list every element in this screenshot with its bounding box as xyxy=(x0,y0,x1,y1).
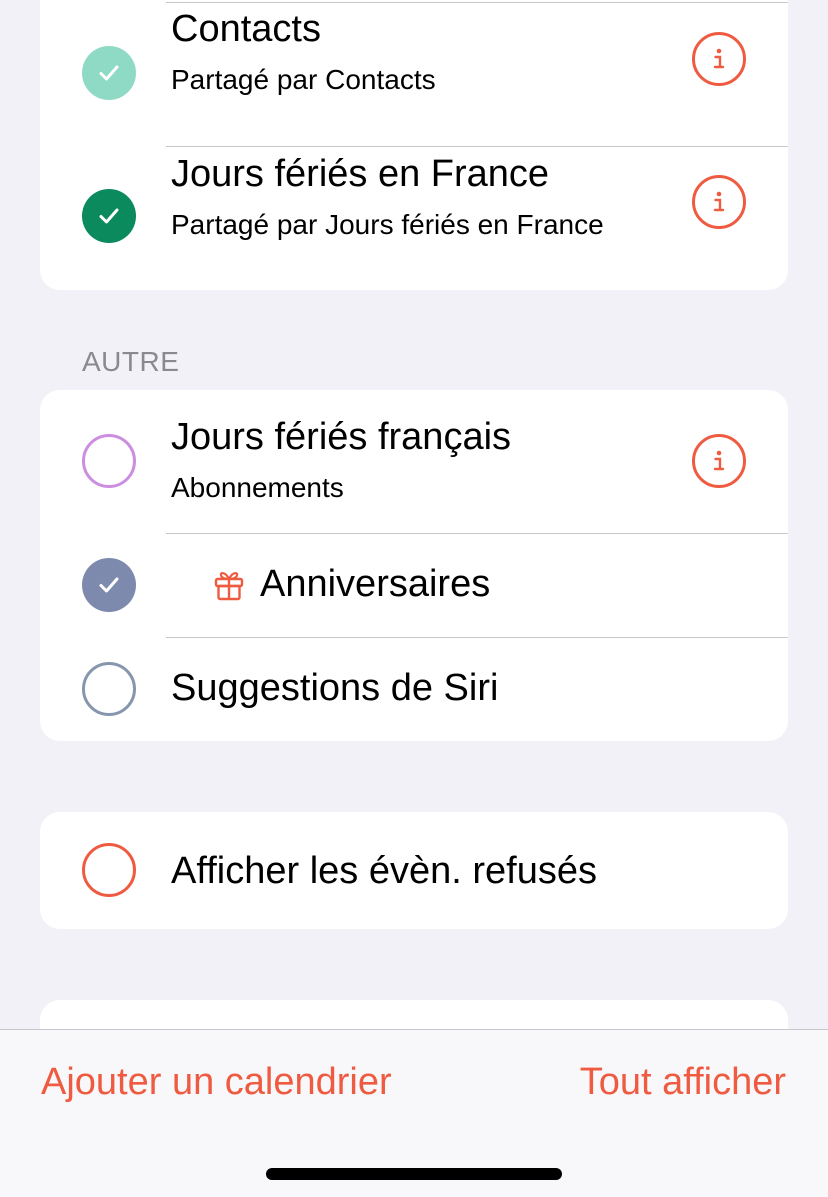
info-icon[interactable] xyxy=(692,175,746,229)
calendar-toggle-jours-feries-francais[interactable] xyxy=(82,434,136,488)
other-calendars-card: Jours fériés français Abonnements Annive… xyxy=(40,390,788,741)
checkmark-icon xyxy=(99,577,119,593)
calendar-row-jours-feries-francais[interactable]: Jours fériés français Abonnements xyxy=(40,390,788,533)
calendar-row-anniversaires[interactable]: Anniversaires xyxy=(40,534,788,637)
calendar-subtitle: Abonnements xyxy=(171,472,344,503)
calendar-title: Jours fériés français xyxy=(171,416,512,458)
calendar-title: Anniversaires xyxy=(260,563,491,605)
calendar-title: Suggestions de Siri xyxy=(171,667,499,709)
show-declined-toggle[interactable] xyxy=(82,843,136,897)
calendar-toggle-suggestions-siri[interactable] xyxy=(82,662,136,716)
calendar-subtitle: Partagé par Contacts xyxy=(171,64,436,95)
home-indicator xyxy=(266,1168,562,1180)
calendar-toggle-anniversaires[interactable] xyxy=(82,558,136,612)
calendar-toggle-contacts[interactable] xyxy=(82,46,136,100)
calendar-title: Jours fériés en France xyxy=(171,153,550,195)
info-icon[interactable] xyxy=(692,434,746,488)
calendar-subtitle: Partagé par Jours fériés en France xyxy=(171,209,604,240)
calendar-toggle-jours-feries-france[interactable] xyxy=(82,189,136,243)
calendar-title: Contacts xyxy=(171,8,321,50)
checkmark-icon xyxy=(99,65,119,81)
calendar-row-contacts[interactable]: Contacts Partagé par Contacts xyxy=(40,3,788,146)
gift-icon xyxy=(214,571,244,601)
show-declined-label: Afficher les évèn. refusés xyxy=(171,850,597,892)
show-all-button[interactable]: Tout afficher xyxy=(580,1061,786,1104)
section-header-autre: AUTRE xyxy=(82,346,180,377)
shared-calendars-card: Contacts Partagé par Contacts Jours féri… xyxy=(40,0,788,290)
checkmark-icon xyxy=(99,208,119,224)
declined-events-card: Afficher les évèn. refusés xyxy=(40,812,788,929)
calendar-row-jours-feries-france[interactable]: Jours fériés en France Partagé par Jours… xyxy=(40,147,788,290)
add-calendar-button[interactable]: Ajouter un calendrier xyxy=(41,1061,392,1104)
show-declined-row[interactable]: Afficher les évèn. refusés xyxy=(40,812,788,929)
info-icon[interactable] xyxy=(692,32,746,86)
calendar-row-suggestions-siri[interactable]: Suggestions de Siri xyxy=(40,638,788,741)
